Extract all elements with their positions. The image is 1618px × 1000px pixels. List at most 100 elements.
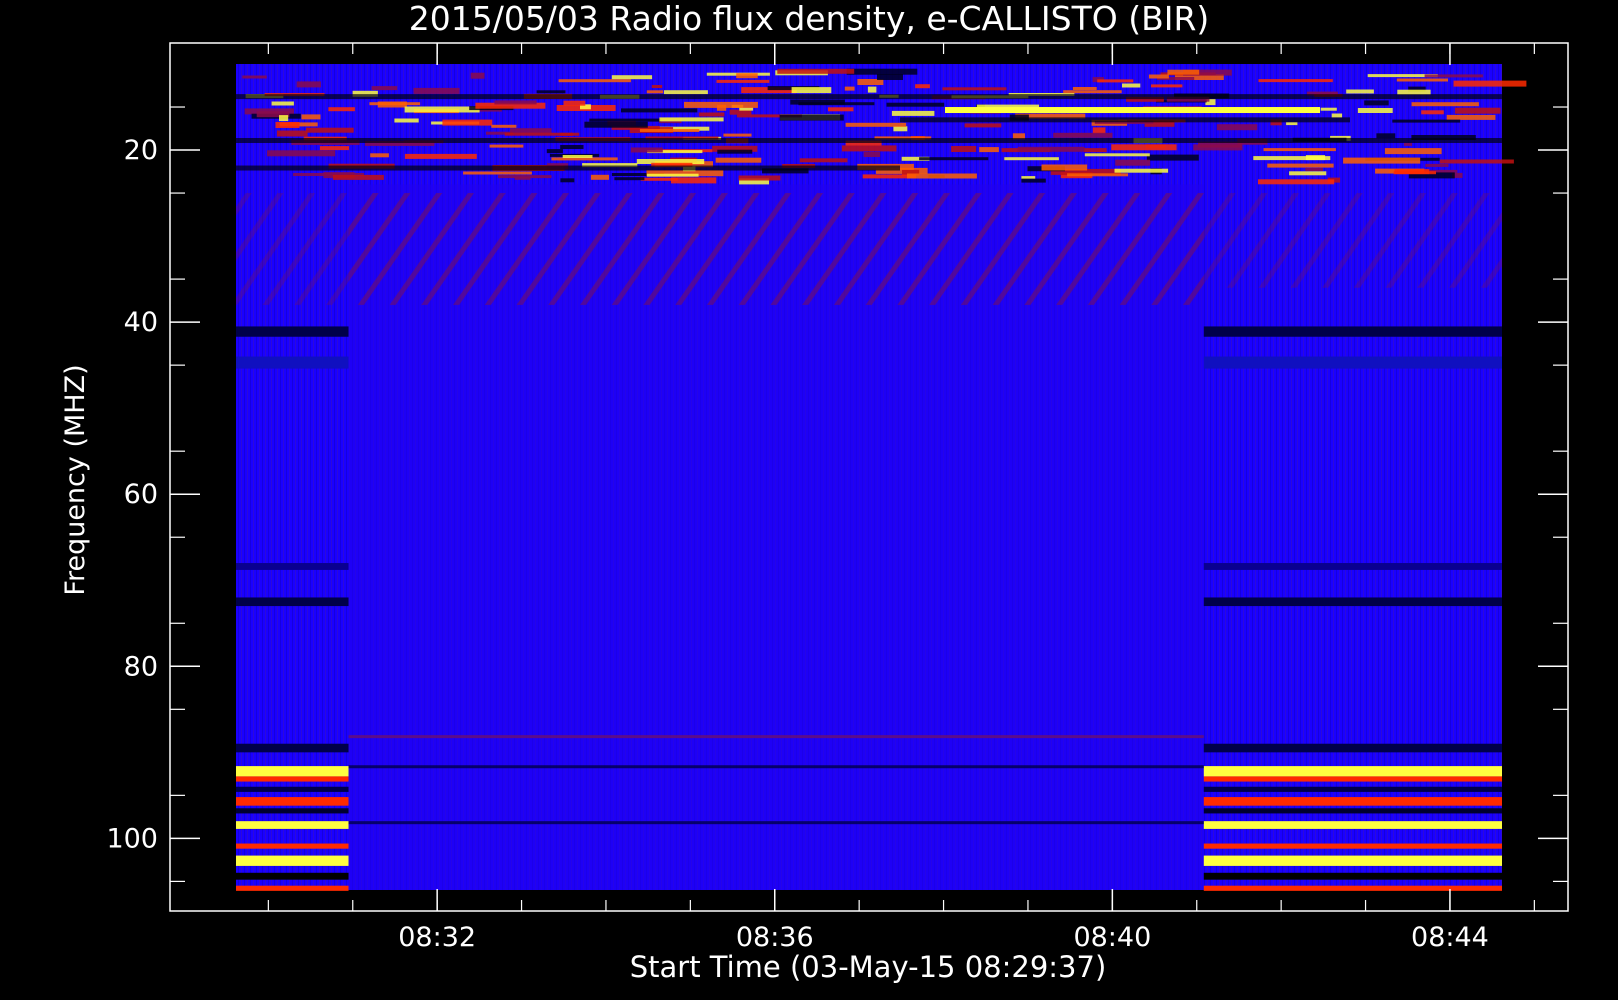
rfi-dash [919, 157, 989, 161]
rfi-dash [863, 152, 881, 157]
rfi-dash [242, 75, 267, 79]
rfi-dash [560, 145, 584, 149]
rfi-dash [1193, 144, 1243, 151]
rfi-dash [951, 146, 977, 152]
rfi-dash [1253, 156, 1331, 161]
rfi-dash [842, 145, 897, 152]
rfi-dash [279, 115, 289, 122]
rfi-dash [1346, 89, 1374, 94]
rfi-dash [442, 119, 493, 126]
band-0-6 [236, 776, 349, 782]
rfi-dash [640, 129, 700, 132]
rfi-dash [1320, 107, 1337, 111]
y-tick-label: 40 [124, 307, 158, 338]
rfi-dash [907, 173, 977, 179]
rfi-dash [646, 90, 664, 94]
band-0-7 [236, 786, 349, 792]
rfi-dash [621, 108, 698, 113]
rfi-dash [663, 90, 708, 95]
rfi-dash [536, 90, 566, 94]
rfi-dash [1097, 79, 1134, 83]
rfi-dash [1092, 127, 1106, 134]
band-1-10 [1203, 821, 1502, 829]
rfi-dash [717, 149, 753, 154]
rfi-dash [546, 149, 563, 154]
rfi-dash [1041, 164, 1088, 171]
spectrogram-chart: 08:32 08:36 08:40 08:44 20 40 60 80 100 2015/05/… [60, 0, 1569, 984]
rfi-dash [1394, 169, 1430, 175]
rfi-dash [1111, 144, 1177, 151]
chart-title: 2015/05/03 Radio flux density, e-CALLIST… [409, 0, 1210, 38]
band-1-14 [1203, 885, 1502, 891]
drift-stripes [348, 193, 1204, 305]
rfi-dash [1421, 110, 1444, 115]
rfi-dash [301, 114, 321, 120]
mid-band-1 [348, 765, 1204, 769]
rfi-dash [1122, 83, 1141, 88]
band-1-2 [1203, 597, 1502, 607]
rfi-dash [891, 110, 935, 116]
rfi-dash [1397, 89, 1431, 95]
rfi-dash [877, 74, 903, 80]
rfi-dash [1286, 122, 1298, 126]
rfi-dash [1384, 148, 1442, 155]
band-1-7 [1203, 786, 1502, 792]
rfi-dash [698, 112, 725, 117]
rfi-dash [736, 73, 758, 79]
rfi-bright-line [945, 107, 1320, 114]
rfi-dash [1063, 90, 1122, 94]
rfi-dash [614, 177, 645, 181]
rfi-dash [716, 79, 770, 83]
rfi-dash [510, 128, 552, 134]
rfi-dash [332, 174, 384, 180]
rfi-dash [328, 107, 355, 112]
rfi-dash [1453, 80, 1527, 87]
rfi-dash [979, 147, 999, 153]
rfi-dash [1376, 133, 1396, 139]
rfi-dash [777, 68, 855, 74]
rfi-dash [671, 177, 717, 184]
rfi-dash [1425, 163, 1449, 167]
rfi-dash [489, 144, 524, 148]
rfi-dash [739, 107, 754, 111]
rfi-dash [1392, 119, 1461, 123]
rfi-dash [491, 124, 517, 128]
band-0-12 [236, 855, 349, 866]
x-axis-label: Start Time (03-May-15 08:29:37) [630, 950, 1107, 984]
plot-area [236, 64, 1527, 891]
band-1-3 [1203, 563, 1502, 570]
x-tick-label: 08:32 [398, 922, 476, 953]
rfi-dash [845, 122, 907, 127]
rfi-dash [1289, 171, 1327, 176]
band-0-13 [236, 872, 349, 880]
rfi-dash [886, 102, 945, 107]
band-0-14 [236, 885, 349, 891]
band-1-0 [1203, 326, 1502, 337]
band-1-11 [1203, 843, 1502, 849]
rfi-dash [867, 86, 877, 93]
rfi-dash [560, 178, 575, 183]
rfi-dash [1331, 113, 1343, 118]
rfi-dash [651, 85, 663, 88]
band-1-4 [1203, 743, 1502, 753]
rfi-dash [846, 68, 918, 75]
rfi-dash [271, 101, 294, 106]
rfi-dash [1216, 124, 1258, 131]
rfi-dash [404, 153, 477, 159]
rfi-dash [563, 100, 586, 106]
rfi-dash [1305, 168, 1323, 171]
y-tick-label: 60 [124, 479, 158, 510]
rfi-dash [470, 72, 485, 79]
band-1-13 [1203, 872, 1502, 880]
rfi-dash [1148, 74, 1169, 79]
rfi-dash [371, 86, 398, 91]
rfi-dash [1364, 100, 1389, 106]
rfi-dash [369, 102, 421, 106]
rfi-dash [844, 86, 855, 91]
rfi-dash [828, 107, 854, 112]
rfi-dash [560, 132, 573, 136]
rfi-dash [646, 173, 699, 177]
rfi-dash [1053, 132, 1113, 138]
rfi-dash [394, 118, 419, 123]
rfi-dash [463, 171, 532, 175]
